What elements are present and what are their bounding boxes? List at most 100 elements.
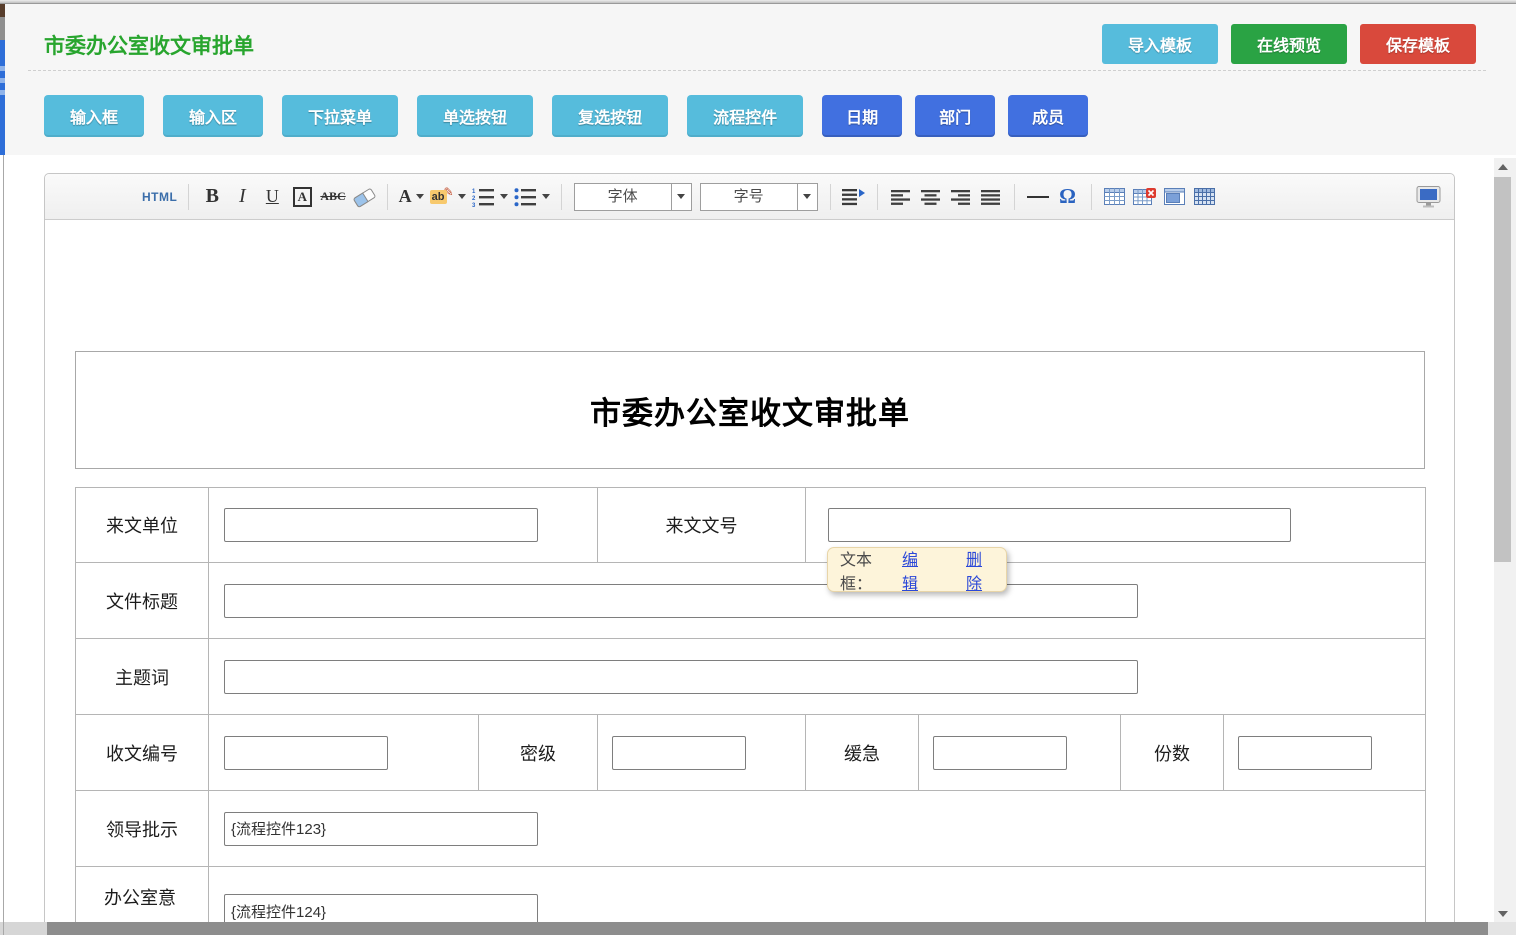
table-row: 来文单位 来文文号 xyxy=(76,488,1426,563)
toolbar-separator xyxy=(1091,184,1092,210)
horizontal-scrollbar xyxy=(0,922,1516,935)
table-row: 办公室意见 xyxy=(76,867,1426,929)
toolbar-separator xyxy=(561,184,562,210)
add-input-box-button[interactable]: 输入框 xyxy=(44,95,144,137)
italic-icon[interactable]: I xyxy=(230,182,254,212)
form-table: 来文单位 来文文号 文件标题 主题词 收文编号 密级 xyxy=(75,487,1426,928)
toolbar-separator xyxy=(387,184,388,210)
table-row: 领导批示 xyxy=(76,791,1426,867)
doc-number-input[interactable] xyxy=(828,508,1291,542)
label-urgency: 缓急 xyxy=(806,715,919,791)
merge-cell-icon[interactable] xyxy=(1163,182,1187,212)
chevron-down-icon xyxy=(797,184,817,210)
insert-table-icon[interactable] xyxy=(1103,182,1127,212)
label-copies: 份数 xyxy=(1121,715,1224,791)
source-unit-input[interactable] xyxy=(224,508,538,542)
toolbar-separator xyxy=(830,184,831,210)
label-receipt-number: 收文编号 xyxy=(76,715,209,791)
receipt-number-input[interactable] xyxy=(224,736,388,770)
source-code-icon[interactable]: HTML xyxy=(142,182,177,212)
toolbar-separator xyxy=(188,184,189,210)
quote-style-icon[interactable]: A xyxy=(290,182,314,212)
add-flow-control-button[interactable]: 流程控件 xyxy=(687,95,803,137)
highlight-color-icon[interactable]: ab✎ xyxy=(430,182,466,212)
horizontal-scrollbar-thumb[interactable] xyxy=(47,922,1488,935)
keywords-input[interactable] xyxy=(224,660,1138,694)
form-heading: 市委办公室收文审批单 xyxy=(590,388,910,433)
add-department-button[interactable]: 部门 xyxy=(915,95,995,137)
table-properties-icon[interactable] xyxy=(1193,182,1217,212)
copies-input[interactable] xyxy=(1238,736,1372,770)
add-checkbox-button[interactable]: 复选按钮 xyxy=(552,95,668,137)
label-secrecy: 密级 xyxy=(479,715,598,791)
background-window-sliver xyxy=(0,4,5,17)
rich-text-editor: HTML B I U A ABC A ab✎ 1 2 3 xyxy=(44,173,1455,928)
window-left-edge xyxy=(3,155,4,935)
delete-field-link[interactable]: 删除 xyxy=(966,546,994,594)
app-window: 市委办公室收文审批单 导入模板 在线预览 保存模板 输入框 输入区 下拉菜单 单… xyxy=(0,0,1516,935)
editor-toolbar: HTML B I U A ABC A ab✎ 1 2 3 xyxy=(45,174,1454,220)
table-row: 文件标题 xyxy=(76,563,1426,639)
svg-text:2: 2 xyxy=(472,196,476,202)
align-right-icon[interactable] xyxy=(949,182,973,212)
special-character-icon[interactable]: Ω xyxy=(1056,182,1080,212)
template-actions: 导入模板 在线预览 保存模板 xyxy=(1102,24,1476,64)
urgency-input[interactable] xyxy=(933,736,1067,770)
scroll-down-arrow[interactable] xyxy=(1494,905,1511,922)
strikethrough-icon[interactable]: ABC xyxy=(320,182,345,212)
eraser-icon[interactable] xyxy=(352,182,376,212)
add-dropdown-button[interactable]: 下拉菜单 xyxy=(282,95,398,137)
editor-canvas[interactable]: 市委办公室收文审批单 来文单位 来文文号 文件标题 主 xyxy=(45,220,1454,928)
add-date-button[interactable]: 日期 xyxy=(822,95,902,137)
align-justify-icon[interactable] xyxy=(979,182,1003,212)
label-office-opinion: 办公室意见 xyxy=(76,867,209,929)
widget-toolbar: 输入框 输入区 下拉菜单 单选按钮 复选按钮 流程控件 日期 部门 成员 xyxy=(44,95,1101,137)
scrollbar-track[interactable] xyxy=(1494,158,1511,922)
online-preview-button[interactable]: 在线预览 xyxy=(1231,24,1347,64)
label-source-unit: 来文单位 xyxy=(76,488,209,563)
tooltip-label: 文本框： xyxy=(840,546,896,594)
label-doc-title: 文件标题 xyxy=(76,563,209,639)
import-template-button[interactable]: 导入模板 xyxy=(1102,24,1218,64)
secrecy-input[interactable] xyxy=(612,736,746,770)
delete-table-icon[interactable] xyxy=(1133,182,1157,212)
table-row: 收文编号 密级 缓急 份数 xyxy=(76,715,1426,791)
scrollbar-corner xyxy=(1488,922,1516,935)
toolbar-separator xyxy=(877,184,878,210)
svg-text:1: 1 xyxy=(472,189,476,195)
edit-field-link[interactable]: 编辑 xyxy=(902,546,930,594)
page-title: 市委办公室收文审批单 xyxy=(44,30,254,60)
scroll-up-arrow[interactable] xyxy=(1494,158,1511,175)
page-header: 市委办公室收文审批单 导入模板 在线预览 保存模板 输入框 输入区 下拉菜单 单… xyxy=(5,4,1516,155)
align-left-icon[interactable] xyxy=(889,182,913,212)
add-member-button[interactable]: 成员 xyxy=(1008,95,1088,137)
label-leader-note: 领导批示 xyxy=(76,791,209,867)
vertical-scrollbar xyxy=(1494,158,1516,922)
align-center-icon[interactable] xyxy=(919,182,943,212)
label-keywords: 主题词 xyxy=(76,639,209,715)
header-divider xyxy=(28,70,1486,71)
indent-icon[interactable] xyxy=(842,182,866,212)
bold-icon[interactable]: B xyxy=(200,182,224,212)
table-row: 主题词 xyxy=(76,639,1426,715)
unordered-list-icon[interactable] xyxy=(514,182,550,212)
svg-text:3: 3 xyxy=(472,203,476,207)
window-top-edge xyxy=(0,0,1516,4)
font-family-select[interactable]: 字体 xyxy=(574,183,692,211)
leader-note-input[interactable] xyxy=(224,812,538,846)
scrollbar-thumb[interactable] xyxy=(1494,177,1511,562)
underline-icon[interactable]: U xyxy=(260,182,284,212)
horizontal-rule-icon[interactable] xyxy=(1026,182,1050,212)
font-color-icon[interactable]: A xyxy=(399,182,424,212)
save-template-button[interactable]: 保存模板 xyxy=(1360,24,1476,64)
fullscreen-icon[interactable] xyxy=(1416,182,1442,212)
add-textarea-button[interactable]: 输入区 xyxy=(163,95,263,137)
ordered-list-icon[interactable]: 1 2 3 xyxy=(472,182,508,212)
toolbar-separator xyxy=(1014,184,1015,210)
form-heading-cell: 市委办公室收文审批单 xyxy=(75,351,1425,469)
add-radio-button[interactable]: 单选按钮 xyxy=(417,95,533,137)
background-window-sliver xyxy=(0,40,5,155)
font-size-select[interactable]: 字号 xyxy=(700,183,818,211)
field-edit-tooltip: 文本框： 编辑 删除 xyxy=(827,547,1007,592)
background-window-sliver xyxy=(0,17,5,40)
